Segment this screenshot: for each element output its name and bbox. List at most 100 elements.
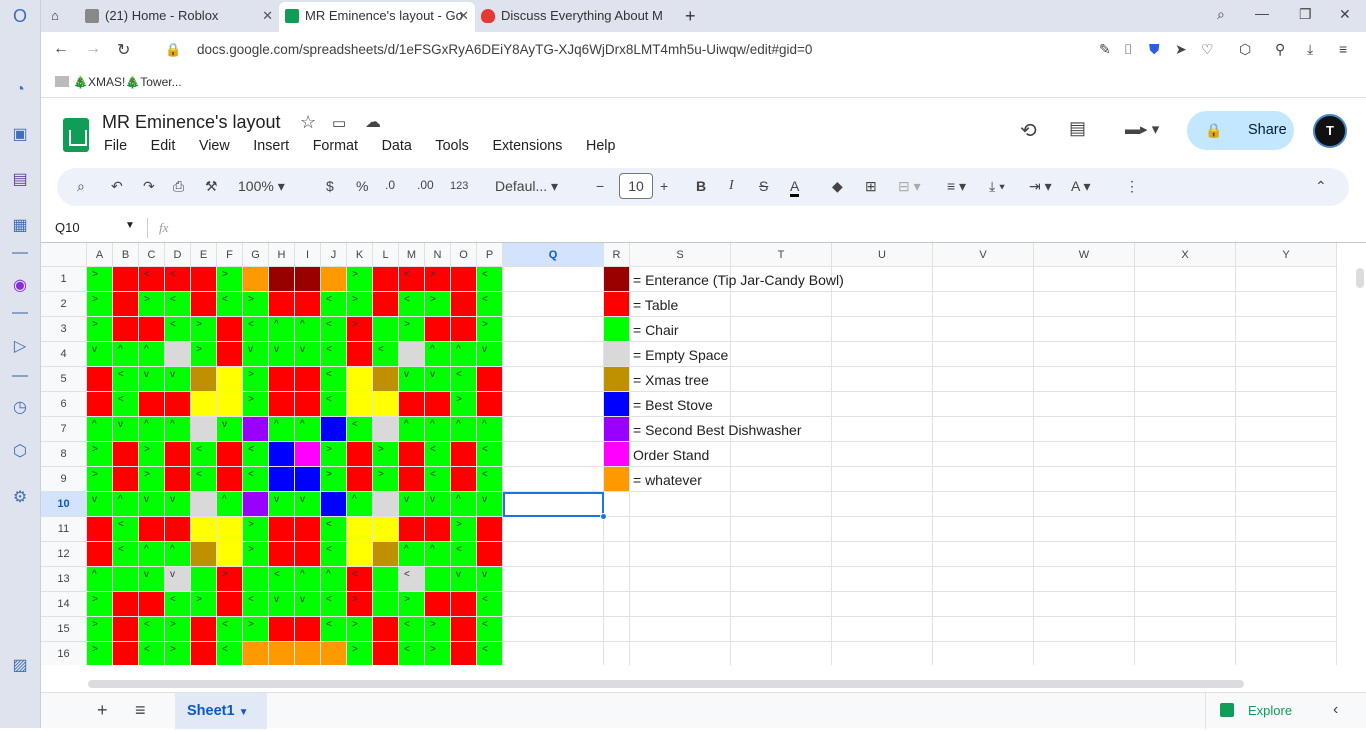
menu-help[interactable]: Help — [586, 138, 615, 154]
cell-y8[interactable] — [1236, 442, 1337, 467]
cell-n7[interactable]: ^ — [425, 417, 451, 442]
cell-u16[interactable] — [832, 642, 933, 665]
messenger-icon[interactable]: ◉ — [10, 276, 30, 296]
cell-e9[interactable]: < — [191, 467, 217, 492]
all-sheets-icon[interactable]: ≡ — [135, 700, 146, 721]
cell-f10[interactable]: ^ — [217, 492, 243, 517]
cell-k5[interactable] — [347, 367, 373, 392]
cell-h8[interactable] — [269, 442, 295, 467]
cell-u7[interactable] — [832, 417, 933, 442]
cell-a6[interactable] — [87, 392, 113, 417]
cell-o14[interactable] — [451, 592, 477, 617]
cell-g11[interactable]: > — [243, 517, 269, 542]
cell-i10[interactable]: v — [295, 492, 321, 517]
cell-m9[interactable] — [399, 467, 425, 492]
cell-f11[interactable] — [217, 517, 243, 542]
cell-y11[interactable] — [1236, 517, 1337, 542]
cell-r15[interactable] — [604, 617, 630, 642]
cell-b12[interactable]: < — [113, 542, 139, 567]
cell-k11[interactable] — [347, 517, 373, 542]
cell-r1[interactable] — [604, 267, 630, 292]
row-header-6[interactable]: 6 — [41, 392, 87, 417]
cell-x15[interactable] — [1135, 617, 1236, 642]
cell-m15[interactable]: < — [399, 617, 425, 642]
row-header-16[interactable]: 16 — [41, 642, 87, 665]
cell-p2[interactable]: < — [477, 292, 503, 317]
cell-p15[interactable]: < — [477, 617, 503, 642]
cell-i6[interactable] — [295, 392, 321, 417]
cell-q6[interactable] — [503, 392, 604, 417]
fill-handle[interactable] — [600, 513, 607, 520]
cell-v16[interactable] — [933, 642, 1034, 665]
cell-y6[interactable] — [1236, 392, 1337, 417]
workspace-icon[interactable]: ⌂ — [41, 2, 77, 32]
menu-file[interactable]: File — [104, 138, 127, 154]
cell-q1[interactable] — [503, 267, 604, 292]
cell-j10[interactable] — [321, 492, 347, 517]
collapse-toolbar-icon[interactable]: ⌃ — [1315, 178, 1327, 195]
cell-a5[interactable] — [87, 367, 113, 392]
cell-u14[interactable] — [832, 592, 933, 617]
select-all-corner[interactable] — [41, 243, 87, 267]
vertical-align-icon[interactable]: ⤓ ▾ — [989, 178, 1005, 195]
cell-l13[interactable] — [373, 567, 399, 592]
cell-d1[interactable]: < — [165, 267, 191, 292]
cell-e11[interactable] — [191, 517, 217, 542]
cell-n8[interactable]: < — [425, 442, 451, 467]
cell-r14[interactable] — [604, 592, 630, 617]
bookmark-item[interactable]: 🎄XMAS!🎄Tower... — [55, 75, 182, 89]
cell-i7[interactable]: ^ — [295, 417, 321, 442]
cell-d4[interactable] — [165, 342, 191, 367]
cell-f15[interactable]: < — [217, 617, 243, 642]
cell-b15[interactable] — [113, 617, 139, 642]
row-header-11[interactable]: 11 — [41, 517, 87, 542]
cell-n1[interactable]: > — [425, 267, 451, 292]
cell-q14[interactable] — [503, 592, 604, 617]
cell-v1[interactable] — [933, 267, 1034, 292]
cell-j5[interactable]: < — [321, 367, 347, 392]
cell-j13[interactable]: ^ — [321, 567, 347, 592]
cell-o12[interactable]: < — [451, 542, 477, 567]
cell-w12[interactable] — [1034, 542, 1135, 567]
cell-v11[interactable] — [933, 517, 1034, 542]
cell-t13[interactable] — [731, 567, 832, 592]
cell-y2[interactable] — [1236, 292, 1337, 317]
cell-d12[interactable]: ^ — [165, 542, 191, 567]
cell-n11[interactable] — [425, 517, 451, 542]
cell-p13[interactable]: v — [477, 567, 503, 592]
cell-w7[interactable] — [1034, 417, 1135, 442]
cell-y3[interactable] — [1236, 317, 1337, 342]
cell-k9[interactable] — [347, 467, 373, 492]
column-header-x[interactable]: X — [1135, 243, 1236, 267]
cell-v15[interactable] — [933, 617, 1034, 642]
cell-u5[interactable] — [832, 367, 933, 392]
cell-m14[interactable]: > — [399, 592, 425, 617]
send-icon[interactable]: ➤ — [1175, 41, 1187, 58]
cell-f3[interactable] — [217, 317, 243, 342]
cell-k2[interactable]: > — [347, 292, 373, 317]
cell-b8[interactable] — [113, 442, 139, 467]
cell-n15[interactable]: > — [425, 617, 451, 642]
cell-m5[interactable]: v — [399, 367, 425, 392]
cell-j12[interactable]: < — [321, 542, 347, 567]
cell-h1[interactable] — [269, 267, 295, 292]
paint-format-icon[interactable]: ⚒ — [205, 178, 218, 195]
cell-i13[interactable]: ^ — [295, 567, 321, 592]
cell-g2[interactable]: > — [243, 292, 269, 317]
italic-icon[interactable]: I — [729, 178, 734, 194]
column-header-j[interactable]: J — [321, 243, 347, 267]
cell-e13[interactable] — [191, 567, 217, 592]
column-header-t[interactable]: T — [731, 243, 832, 267]
cell-a7[interactable]: ^ — [87, 417, 113, 442]
cell-l8[interactable]: > — [373, 442, 399, 467]
font-size-input[interactable]: 10 — [619, 173, 653, 199]
cell-c13[interactable]: v — [139, 567, 165, 592]
share-button[interactable]: 🔒 Share — [1187, 111, 1294, 150]
cell-e16[interactable] — [191, 642, 217, 665]
column-header-q[interactable]: Q — [503, 243, 604, 267]
cell-v3[interactable] — [933, 317, 1034, 342]
cell-x1[interactable] — [1135, 267, 1236, 292]
cell-p14[interactable]: < — [477, 592, 503, 617]
cell-w1[interactable] — [1034, 267, 1135, 292]
cell-k12[interactable] — [347, 542, 373, 567]
